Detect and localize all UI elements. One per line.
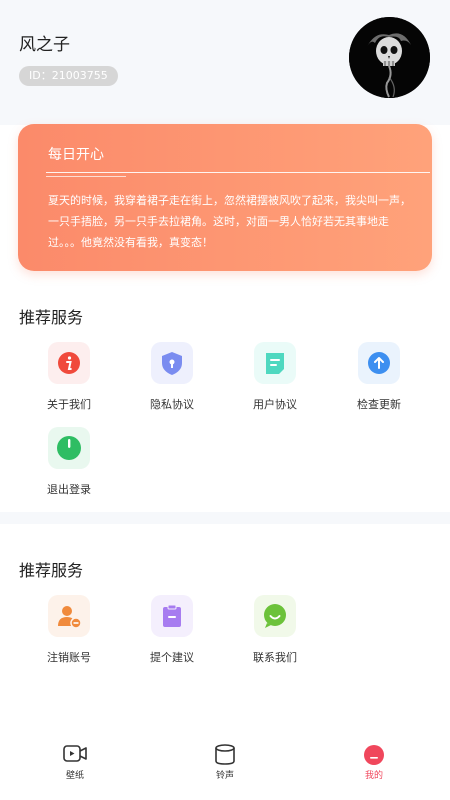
service-label: 检查更新	[357, 398, 401, 411]
power-icon	[48, 427, 90, 469]
service-delete-account[interactable]: 注销账号	[19, 595, 119, 665]
section-divider	[0, 512, 450, 524]
service-label: 隐私协议	[150, 398, 194, 411]
section-title-services-2: 推荐服务	[19, 561, 84, 580]
info-icon	[48, 342, 90, 384]
shield-lock-icon	[151, 342, 193, 384]
service-user-agreement[interactable]: 用户协议	[225, 342, 325, 412]
tab-wallpaper[interactable]: 壁纸	[35, 742, 115, 781]
service-label: 退出登录	[47, 483, 91, 496]
service-label: 提个建议	[150, 651, 194, 664]
joke-card-title: 每日开心	[48, 147, 104, 163]
username: 风之子	[19, 35, 70, 55]
service-label: 注销账号	[47, 651, 91, 664]
user-remove-icon	[48, 595, 90, 637]
user-id-badge: ID：21003755	[19, 66, 118, 86]
service-about-us[interactable]: 关于我们	[19, 342, 119, 412]
video-icon	[63, 745, 87, 762]
service-label: 关于我们	[47, 398, 91, 411]
service-check-update[interactable]: 检查更新	[329, 342, 429, 412]
document-icon	[254, 342, 296, 384]
upload-arrow-icon	[358, 342, 400, 384]
profile-header: 风之子 ID：21003755	[0, 0, 450, 125]
profile-icon	[364, 745, 384, 765]
service-privacy[interactable]: 隐私协议	[122, 342, 222, 412]
chat-smile-icon	[254, 595, 296, 637]
avatar[interactable]	[349, 17, 430, 98]
tab-mine[interactable]: 我的	[334, 742, 414, 781]
tab-label: 我的	[364, 771, 383, 781]
joke-text: 夏天的时候，我穿着裙子走在街上，忽然裙摆被风吹了起来，我尖叫一声，一只手捂脸，另…	[48, 194, 411, 249]
daily-joke-card: 每日开心 夏天的时候，我穿着裙子走在街上，忽然裙摆被风吹了起来，我尖叫一声，一只…	[18, 124, 432, 271]
bottom-tab-bar: 壁纸 铃声 我的	[0, 736, 450, 800]
card-divider	[46, 172, 430, 173]
service-feedback[interactable]: 提个建议	[122, 595, 222, 665]
service-logout[interactable]: 退出登录	[19, 427, 119, 497]
skull-avatar-icon	[349, 17, 430, 98]
service-label: 用户协议	[253, 398, 297, 411]
tab-label: 壁纸	[65, 771, 84, 781]
card-divider-accent	[46, 176, 126, 177]
clipboard-icon	[151, 595, 193, 637]
section-title-services: 推荐服务	[19, 308, 84, 327]
service-label: 联系我们	[253, 651, 297, 664]
tab-label: 铃声	[215, 771, 234, 781]
cylinder-icon	[215, 744, 235, 765]
service-contact-us[interactable]: 联系我们	[225, 595, 325, 665]
tab-ringtone[interactable]: 铃声	[185, 742, 265, 781]
